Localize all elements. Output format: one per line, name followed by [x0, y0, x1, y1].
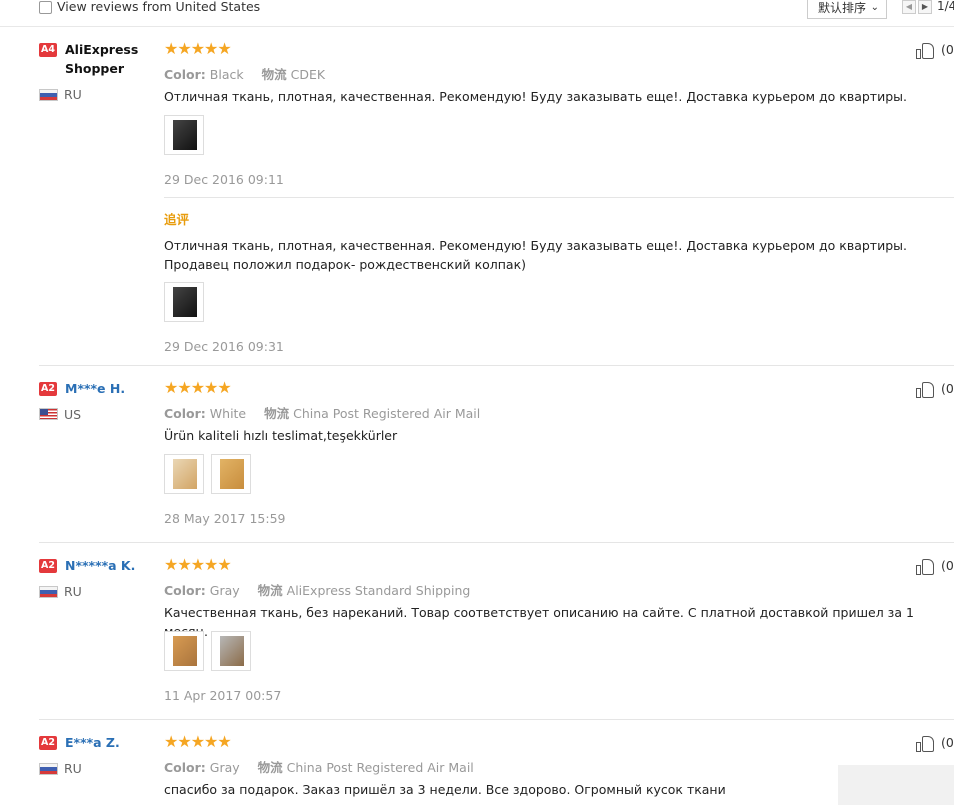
reviewer-country: RU	[64, 761, 82, 776]
color-value: Gray	[209, 760, 240, 775]
shipping-value: AliExpress Standard Shipping	[286, 583, 471, 598]
review-item: A2 E***a Z. RU ★★★★★ Color: Gray 物流 Chin…	[39, 720, 954, 805]
thumbs-up-icon	[916, 380, 934, 398]
buyer-level-badge: A2	[39, 382, 57, 396]
color-key: Color:	[164, 406, 206, 421]
shipping-key: 物流	[261, 67, 287, 82]
star-rating: ★★★★★	[164, 555, 232, 574]
color-value: Gray	[209, 583, 240, 598]
reviews-toolbar: View reviews from United States 默认排序 ⌄ ◀…	[0, 0, 954, 27]
shipping-value: China Post Registered Air Mail	[286, 760, 474, 775]
review-text: Качественная ткань, без нареканий. Товар…	[164, 605, 914, 639]
chevron-down-icon: ⌄	[870, 2, 879, 13]
review-attributes: Color: Gray 物流 China Post Registered Air…	[164, 757, 474, 776]
prev-page-button[interactable]: ◀	[902, 0, 916, 14]
thumbs-up-icon	[916, 41, 934, 59]
review-text: Отличная ткань, плотная, качественная. Р…	[164, 89, 907, 104]
ru-flag-icon	[39, 89, 58, 101]
reviewer-country: RU	[64, 584, 82, 599]
buyer-level-badge: A2	[39, 736, 57, 750]
color-key: Color:	[164, 760, 206, 775]
ru-flag-icon	[39, 763, 58, 775]
page-indicator: 1/4	[937, 0, 954, 13]
review-attributes: Color: White 物流 China Post Registered Ai…	[164, 403, 480, 422]
review-item: A2 N*****a K. RU ★★★★★ Color: Gray 物流 Al…	[39, 543, 954, 720]
reviewer-country: US	[64, 407, 82, 422]
star-rating: ★★★★★	[164, 378, 232, 397]
color-key: Color:	[164, 67, 206, 82]
thumbs-up-icon	[916, 734, 934, 752]
review-attributes: Color: Black 物流 CDEK	[164, 64, 325, 83]
review-attributes: Color: Gray 物流 AliExpress Standard Shipp…	[164, 580, 470, 599]
color-value: White	[209, 406, 247, 421]
next-page-button[interactable]: ▶	[918, 0, 932, 14]
star-rating: ★★★★★	[164, 732, 232, 751]
followup-date: 29 Dec 2016 09:31	[164, 339, 284, 354]
shipping-key: 物流	[264, 406, 290, 421]
helpful-count: (0	[941, 558, 954, 573]
review-photo[interactable]	[164, 454, 204, 494]
us-flag-icon	[39, 408, 58, 420]
shipping-key: 物流	[257, 760, 283, 775]
reviewer-name[interactable]: N*****a K.	[65, 556, 135, 575]
helpful-button[interactable]: (0	[916, 380, 954, 400]
helpful-button[interactable]: (0	[916, 557, 954, 577]
ru-flag-icon	[39, 586, 58, 598]
helpful-count: (0	[941, 381, 954, 396]
shipping-key: 物流	[257, 583, 283, 598]
shipping-value: CDEK	[290, 67, 326, 82]
followup-label: 追评	[164, 212, 190, 227]
color-value: Black	[209, 67, 244, 82]
reviewer-name[interactable]: E***a Z.	[65, 733, 120, 752]
thumbs-up-icon	[916, 557, 934, 575]
helpful-count: (0	[941, 735, 954, 750]
review-text: спасибо за подарок. Заказ пришёл за 3 не…	[164, 782, 726, 797]
helpful-button[interactable]: (0	[916, 41, 954, 61]
buyer-level-badge: A2	[39, 559, 57, 573]
review-item: A4 AliExpress Shopper RU ★★★★★ Color: Bl…	[39, 27, 954, 366]
followup-photo[interactable]	[164, 282, 204, 322]
shipping-value: China Post Registered Air Mail	[293, 406, 481, 421]
review-text: Ürün kaliteli hızlı teslimat,teşekkürler	[164, 428, 398, 443]
review-photo[interactable]	[211, 454, 251, 494]
helpful-count: (0	[941, 42, 954, 57]
review-date: 28 May 2017 15:59	[164, 511, 286, 526]
followup-text: Отличная ткань, плотная, качественная. Р…	[164, 238, 907, 272]
helpful-button[interactable]: (0	[916, 734, 954, 754]
review-photo[interactable]	[164, 631, 204, 671]
review-date: 29 Dec 2016 09:11	[164, 172, 284, 187]
reviewer-name[interactable]: M***e H.	[65, 379, 125, 398]
us-filter-label[interactable]: View reviews from United States	[57, 0, 260, 14]
color-key: Color:	[164, 583, 206, 598]
reviewer-country: RU	[64, 87, 82, 102]
buyer-level-badge: A4	[39, 43, 57, 57]
floating-panel	[838, 765, 954, 805]
divider	[164, 197, 954, 198]
review-date: 11 Apr 2017 00:57	[164, 688, 282, 703]
review-photo[interactable]	[211, 631, 251, 671]
us-filter-checkbox[interactable]	[39, 1, 52, 14]
reviewer-name: AliExpress Shopper	[65, 42, 139, 76]
sort-dropdown[interactable]: 默认排序 ⌄	[807, 0, 887, 19]
star-rating: ★★★★★	[164, 39, 232, 58]
sort-label: 默认排序	[818, 1, 867, 15]
review-photo[interactable]	[164, 115, 204, 155]
review-item: A2 M***e H. US ★★★★★ Color: White 物流 Chi…	[39, 366, 954, 543]
